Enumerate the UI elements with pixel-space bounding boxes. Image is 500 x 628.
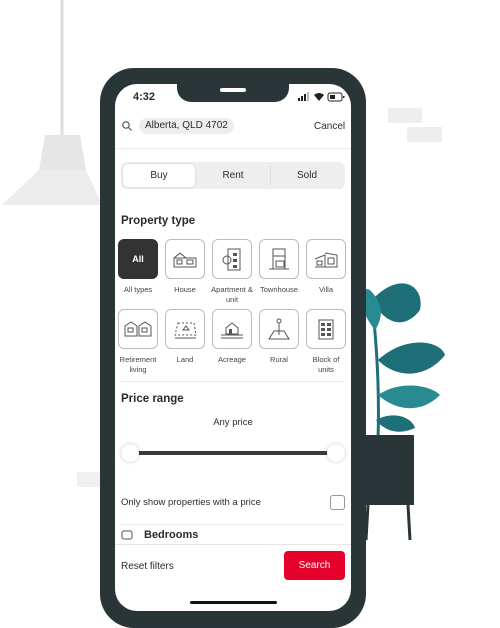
- label-all-types: All types: [123, 285, 153, 294]
- tab-sold[interactable]: Sold: [271, 164, 343, 187]
- bed-icon: [121, 530, 133, 540]
- label-land: Land: [176, 355, 194, 364]
- tab-rent[interactable]: Rent: [197, 164, 269, 187]
- status-time: 4:32: [133, 91, 156, 103]
- label-rural: Rural: [270, 355, 288, 364]
- land-icon: [174, 322, 197, 339]
- retirement-icon: [124, 321, 152, 337]
- label-retirement: Retirement living: [119, 355, 157, 374]
- label-house: House: [174, 285, 196, 294]
- all-tile-label: All: [132, 254, 144, 264]
- price-only-checkbox[interactable]: [330, 495, 345, 510]
- wifi-icon: [314, 93, 324, 101]
- rural-icon: [268, 318, 290, 340]
- label-apartment: Apartment & unit: [211, 285, 253, 304]
- townhouse-icon: [269, 248, 289, 270]
- home-indicator: [190, 601, 277, 604]
- price-slider-track[interactable]: [138, 451, 328, 455]
- block-of-units-icon: [318, 319, 334, 340]
- property-type-townhouse[interactable]: [259, 239, 299, 279]
- property-type-land[interactable]: [165, 309, 205, 349]
- bedrooms-label: Bedrooms: [144, 529, 199, 541]
- villa-icon: [314, 252, 338, 268]
- property-type-house[interactable]: [165, 239, 205, 279]
- divider: [115, 148, 351, 149]
- house-icon: [173, 252, 197, 268]
- battery-icon: [327, 92, 345, 102]
- bedrooms-row[interactable]: Bedrooms: [115, 528, 351, 544]
- tab-buy[interactable]: Buy: [123, 164, 195, 187]
- price-slider-min-handle[interactable]: [121, 444, 139, 462]
- property-type-retirement[interactable]: [118, 309, 158, 349]
- property-type-villa[interactable]: [306, 239, 346, 279]
- label-villa: Villa: [318, 285, 334, 294]
- apartment-icon: [222, 248, 241, 271]
- reset-filters-button[interactable]: Reset filters: [121, 561, 174, 572]
- acreage-icon: [221, 322, 243, 339]
- listing-type-tabs: Buy Rent Sold: [121, 162, 345, 189]
- search-button[interactable]: Search: [284, 551, 345, 580]
- cancel-button[interactable]: Cancel: [314, 121, 345, 132]
- location-chip[interactable]: Alberta, QLD 4702: [139, 118, 234, 134]
- property-type-apartment[interactable]: [212, 239, 252, 279]
- label-acreage: Acreage: [218, 355, 246, 364]
- plant-illustration: [361, 283, 445, 541]
- price-slider-max-handle[interactable]: [327, 444, 345, 462]
- notch: [177, 84, 289, 102]
- price-range-title: Price range: [121, 393, 184, 405]
- property-type-title: Property type: [121, 215, 196, 227]
- status-icons: [298, 92, 345, 102]
- property-type-acreage[interactable]: [212, 309, 252, 349]
- signal-icon: [298, 92, 309, 101]
- lamp-illustration: [2, 0, 102, 205]
- label-townhouse: Townhouse: [260, 285, 298, 294]
- speaker: [220, 88, 246, 92]
- price-only-label: Only show properties with a price: [121, 497, 261, 508]
- property-type-block-of-units[interactable]: [306, 309, 346, 349]
- footer-divider: [115, 544, 351, 545]
- divider: [121, 524, 345, 525]
- divider: [121, 381, 345, 382]
- search-icon[interactable]: [122, 121, 132, 131]
- label-block-of-units: Block of units: [312, 355, 340, 374]
- property-type-all[interactable]: All: [118, 239, 158, 279]
- property-type-rural[interactable]: [259, 309, 299, 349]
- price-range-value: Any price: [213, 417, 253, 428]
